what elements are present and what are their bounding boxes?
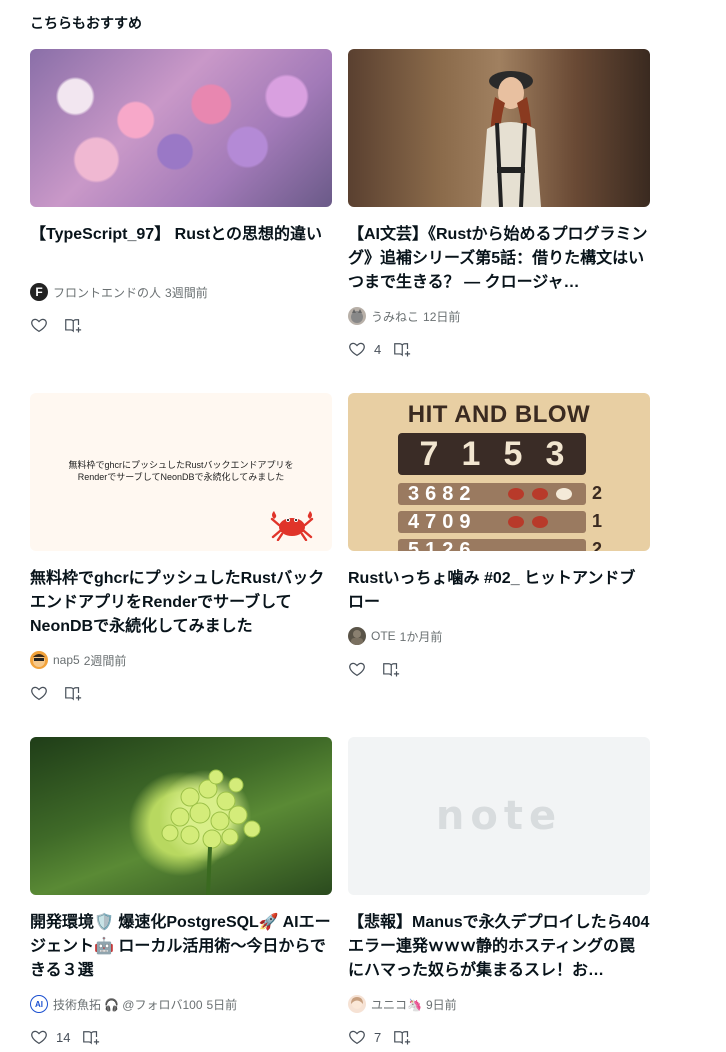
article-thumbnail[interactable] — [30, 49, 332, 207]
like-count: 4 — [374, 341, 382, 357]
avatar[interactable] — [348, 995, 366, 1013]
heart-icon — [349, 1030, 365, 1045]
article-thumbnail[interactable]: note — [348, 737, 650, 895]
heart-icon — [31, 686, 47, 701]
magazine-add-icon — [65, 319, 82, 333]
article-meta: うみねこ 12日前 — [348, 307, 460, 325]
article-title[interactable]: 【悲報】Manusで永久デプロイしたら404エラー連発ｗｗｗ静的ホスティングの罠… — [348, 911, 650, 983]
like-count: 14 — [56, 1029, 71, 1045]
avatar[interactable]: AI — [30, 995, 48, 1013]
heart-icon — [31, 318, 47, 333]
article-actions — [30, 316, 84, 334]
article-card[interactable]: 開発環境🛡️ 爆速化PostgreSQL🚀 AIエージェント🤖 ローカル活用術〜… — [30, 737, 332, 1049]
thumbnail-text: 無料枠でghcrにプッシュしたRustバックエンドアプリを Renderでサーブ… — [68, 460, 294, 482]
article-card[interactable]: 【AI文芸】《Rustから始めるプログラミング》追補シリーズ第5話：借りた構文は… — [348, 49, 650, 359]
article-meta: F フロントエンドの人 3週間前 — [30, 283, 208, 301]
heart-icon — [349, 662, 365, 677]
like-button[interactable]: 4 — [348, 340, 387, 358]
add-to-magazine-button[interactable] — [382, 660, 402, 678]
article-meta: AI 技術魚拓 🎧 @フォロバ100 5日前 — [30, 995, 237, 1013]
like-button[interactable] — [30, 316, 48, 334]
author-name[interactable]: nap5 — [53, 653, 80, 667]
guess-score: 1 — [592, 511, 603, 531]
add-to-magazine-button[interactable] — [64, 684, 84, 702]
avatar[interactable]: F — [30, 283, 48, 301]
article-meta: OTE 1か月前 — [348, 627, 442, 645]
article-card[interactable]: 【TypeScript_97】 Rustとの思想的違い F フロントエンドの人 … — [30, 49, 332, 339]
avatar[interactable] — [30, 651, 48, 669]
article-actions: 4 — [348, 340, 413, 358]
author-name[interactable]: フロントエンドの人 — [53, 284, 161, 301]
article-card[interactable]: note 【悲報】Manusで永久デプロイしたら404エラー連発ｗｗｗ静的ホステ… — [348, 737, 650, 1049]
avatar[interactable] — [348, 307, 366, 325]
add-to-magazine-button[interactable] — [82, 1028, 102, 1046]
post-time: 3週間前 — [165, 285, 208, 300]
avatar-photo-icon — [351, 630, 363, 645]
author-name[interactable]: 技術魚拓 — [53, 996, 101, 1013]
answer-digit: 3 — [545, 434, 565, 473]
article-title[interactable]: 【TypeScript_97】 Rustとの思想的違い — [30, 223, 332, 247]
portrait-illustration — [481, 71, 541, 207]
thumbnail-heading: HIT AND BLOW — [407, 401, 591, 428]
article-card[interactable]: HIT AND BLOW 7 1 5 3 3682 2 4709 1 5126 … — [348, 393, 650, 683]
avatar-cat-icon — [351, 309, 363, 323]
article-actions — [348, 660, 402, 678]
like-button[interactable]: 14 — [30, 1028, 76, 1046]
article-meta: ユニコ🦄 9日前 — [348, 995, 457, 1013]
avatar[interactable] — [348, 627, 366, 645]
article-card[interactable]: 無料枠でghcrにプッシュしたRustバックエンドアプリを Renderでサーブ… — [30, 393, 332, 703]
heart-icon — [349, 342, 365, 357]
article-actions: 7 — [348, 1028, 413, 1046]
article-title[interactable]: 開発環境🛡️ 爆速化PostgreSQL🚀 AIエージェント🤖 ローカル活用術〜… — [30, 911, 332, 983]
add-to-magazine-button[interactable] — [393, 1028, 413, 1046]
add-to-magazine-button[interactable] — [393, 340, 413, 358]
magazine-add-icon — [394, 1031, 411, 1045]
magazine-add-icon — [394, 343, 411, 357]
author-name[interactable]: OTE — [371, 629, 396, 643]
post-time: 12日前 — [423, 309, 461, 324]
heart-icon — [31, 1030, 47, 1045]
article-title[interactable]: Rustいっちょ噛み #02_ ヒットアンドブロー — [348, 567, 650, 615]
bull-icons — [508, 488, 572, 528]
article-title[interactable]: 無料枠でghcrにプッシュしたRustバックエンドアプリをRenderでサーブし… — [30, 567, 332, 639]
article-thumbnail[interactable] — [348, 49, 650, 207]
article-actions — [30, 684, 84, 702]
like-button[interactable]: 7 — [348, 1028, 387, 1046]
post-time: 2週間前 — [83, 653, 127, 668]
magazine-add-icon — [383, 663, 400, 677]
answer-digit: 7 — [419, 434, 439, 473]
guess-score: 2 — [592, 483, 603, 503]
article-thumbnail[interactable]: HIT AND BLOW 7 1 5 3 3682 2 4709 1 5126 … — [348, 393, 650, 551]
post-time: 1か月前 — [399, 629, 443, 644]
article-meta: nap5 2週間前 — [30, 651, 126, 669]
answer-digit: 5 — [503, 434, 523, 473]
answer-display: 7 1 5 3 — [398, 433, 586, 475]
article-actions: 14 — [30, 1028, 102, 1046]
article-thumbnail[interactable] — [30, 737, 332, 895]
note-logo: note — [435, 793, 563, 839]
guess-score: 2 — [592, 539, 603, 551]
article-thumbnail[interactable]: 無料枠でghcrにプッシュしたRustバックエンドアプリを Renderでサーブ… — [30, 393, 332, 551]
post-time: 5日前 — [206, 997, 238, 1012]
add-to-magazine-button[interactable] — [64, 316, 84, 334]
magazine-add-icon — [65, 687, 82, 701]
author-name[interactable]: ユニコ🦄 — [371, 996, 422, 1013]
like-button[interactable] — [348, 660, 366, 678]
hydrangea-illustration — [161, 769, 261, 895]
author-name[interactable]: うみねこ — [371, 308, 419, 325]
author-badge: 🎧 @フォロバ100 — [104, 997, 203, 1012]
article-title[interactable]: 【AI文芸】《Rustから始めるプログラミング》追補シリーズ第5話：借りた構文は… — [348, 223, 650, 295]
answer-digit: 1 — [461, 434, 481, 473]
avatar-face-icon — [33, 654, 45, 667]
section-title: こちらもおすすめ — [30, 15, 142, 31]
post-time: 9日前 — [425, 997, 457, 1012]
like-button[interactable] — [30, 684, 48, 702]
crab-icon — [270, 511, 314, 541]
like-count: 7 — [374, 1029, 382, 1045]
magazine-add-icon — [83, 1031, 100, 1045]
avatar-girl-icon — [351, 997, 363, 1009]
